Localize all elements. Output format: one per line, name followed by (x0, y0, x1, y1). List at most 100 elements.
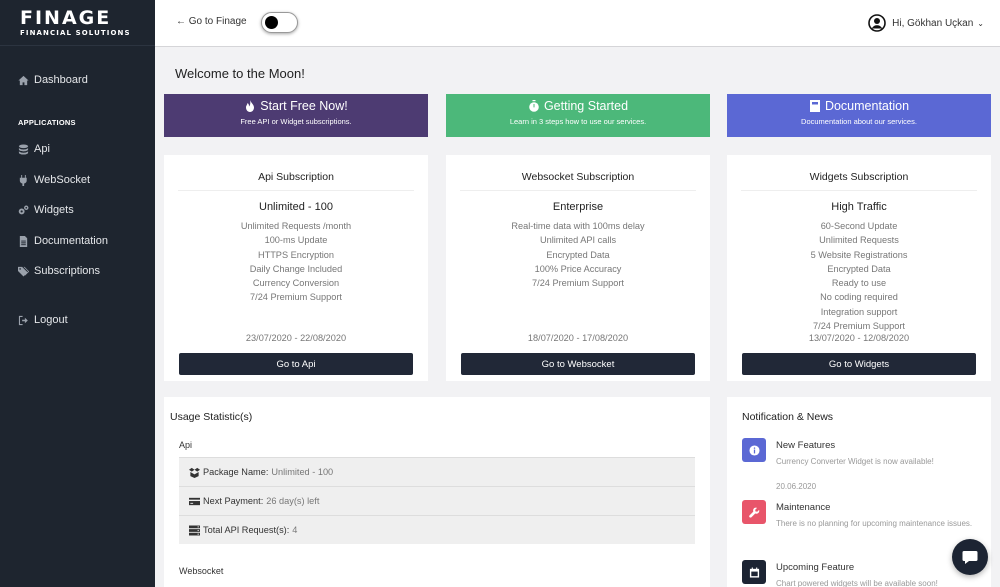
notification-title: New Features (776, 440, 836, 451)
logo-text: FINAGE (20, 7, 112, 29)
home-icon (18, 75, 29, 85)
list-item: 100-ms Update (264, 235, 328, 246)
go-to-finage-link[interactable]: ← Go to Finage (176, 16, 247, 27)
card-plan: Enterprise (552, 201, 604, 213)
card-plan: High Traffic (831, 201, 887, 213)
box-open-icon (189, 467, 200, 478)
getting-started-banner[interactable]: Getting Started Learn in 3 steps how to … (446, 94, 710, 137)
info-icon (742, 438, 766, 462)
api-subscription-card: Api Subscription Unlimited - 100 Unlimit… (164, 155, 428, 381)
top-bar: ← Go to Finage Hi, Gökhan Uçkan ⌄ (155, 0, 1000, 47)
notification-date: 20.06.2020 (776, 482, 817, 491)
chat-button[interactable] (952, 539, 988, 575)
card-plan: Unlimited - 100 (259, 201, 333, 213)
list-item: Currency Conversion (252, 278, 340, 289)
list-item: 7/24 Premium Support (250, 292, 342, 303)
notification-text: Currency Converter Widget is now availab… (776, 456, 976, 494)
table-row: Next Payment: 26 day(s) left (179, 486, 695, 515)
notification-desc: Currency Converter Widget is now availab… (776, 457, 934, 466)
list-item: Ready to use (831, 278, 887, 289)
list-item: Encrypted Data (546, 249, 610, 260)
sidebar-item-label: Subscriptions (34, 265, 101, 277)
book-icon (809, 100, 820, 112)
sidebar-item-dashboard[interactable]: Dashboard (18, 74, 88, 86)
list-item: 100% Price Accuracy (534, 263, 622, 274)
sidebar-section-label: APPLICATIONS (18, 118, 76, 127)
banner-subtitle: Learn in 3 steps how to use our services… (509, 117, 647, 126)
plug-icon (19, 174, 27, 186)
logo[interactable]: FINAGE FINANCIAL SOLUTIONS (0, 0, 155, 46)
server-icon (189, 524, 200, 536)
sidebar-item-widgets[interactable]: Widgets (18, 204, 74, 216)
sidebar-item-label: Widgets (34, 204, 74, 216)
card-title: Api Subscription (178, 171, 414, 191)
go-to-widgets-button[interactable]: Go to Widgets (742, 353, 976, 375)
usage-api-label: Api (179, 440, 193, 450)
wrench-icon (742, 500, 766, 524)
sidebar-item-api[interactable]: Api (18, 143, 50, 155)
theme-toggle[interactable] (261, 12, 298, 33)
toggle-knob (265, 16, 278, 29)
calendar-icon (742, 560, 766, 584)
sidebar: FINAGE FINANCIAL SOLUTIONS Dashboard APP… (0, 0, 155, 587)
go-to-api-button[interactable]: Go to Api (179, 353, 413, 375)
panel-title: Usage Statistic(s) (170, 411, 253, 423)
list-item: Daily Change Included (249, 263, 343, 274)
page-title: Welcome to the Moon! (175, 66, 305, 81)
row-label: Total API Request(s): (203, 525, 290, 535)
sidebar-item-label: WebSocket (34, 174, 91, 186)
list-item: 7/24 Premium Support (532, 278, 624, 289)
chat-bubble-icon (962, 551, 978, 564)
documentation-banner[interactable]: Documentation Documentation about our se… (727, 94, 991, 137)
list-item: Unlimited Requests (819, 235, 899, 246)
user-greeting: Hi, Gökhan Uçkan (892, 17, 974, 29)
banner-subtitle: Free API or Widget subscriptions. (240, 117, 352, 126)
notification-desc: There is no planning for upcoming mainte… (776, 519, 973, 528)
database-icon (18, 143, 29, 155)
feature-list: 60-Second Update Unlimited Requests 5 We… (727, 219, 991, 333)
sidebar-item-websocket[interactable]: WebSocket (18, 174, 90, 186)
sign-out-icon (18, 315, 28, 325)
feature-list: Real-time data with 100ms delay Unlimite… (446, 219, 710, 290)
sidebar-item-label: Documentation (34, 235, 108, 247)
widgets-subscription-card: Widgets Subscription High Traffic 60-Sec… (727, 155, 991, 381)
fire-icon (246, 100, 255, 112)
banner-title: Start Free Now! (260, 99, 348, 113)
user-menu[interactable]: Hi, Gökhan Uçkan ⌄ (868, 14, 984, 32)
row-value: Unlimited - 100 (271, 467, 334, 477)
row-label: Package Name: (203, 467, 269, 477)
list-item: 5 Website Registrations (810, 249, 908, 260)
list-item: No coding required (820, 292, 898, 303)
banner-title: Documentation (824, 99, 910, 113)
table-row: Total API Request(s): 4 (179, 515, 695, 544)
list-item: Unlimited API calls (539, 235, 617, 246)
sidebar-item-label: Api (34, 143, 50, 155)
start-free-banner[interactable]: Start Free Now! Free API or Widget subsc… (164, 94, 428, 137)
list-item: 7/24 Premium Support (813, 321, 905, 332)
credit-card-icon (189, 497, 200, 505)
user-avatar-icon (868, 14, 886, 32)
logo-subtitle: FINANCIAL SOLUTIONS (20, 29, 131, 37)
tags-icon (18, 266, 29, 277)
sidebar-item-label: Logout (34, 314, 68, 326)
sidebar-item-subscriptions[interactable]: Subscriptions (18, 265, 100, 277)
feature-list: Unlimited Requests /month 100-ms Update … (164, 219, 428, 305)
sidebar-item-documentation[interactable]: Documentation (18, 235, 108, 247)
go-to-websocket-button[interactable]: Go to Websocket (461, 353, 695, 375)
table-row: Package Name: Unlimited - 100 (179, 457, 695, 486)
notification-title: Maintenance (776, 502, 831, 513)
chevron-down-icon: ⌄ (977, 18, 984, 28)
row-label: Next Payment: (203, 496, 264, 506)
list-item: HTTPS Encryption (257, 249, 335, 260)
cogs-icon (18, 205, 29, 214)
stopwatch-icon (529, 100, 539, 112)
panel-title: Notification & News (742, 411, 834, 423)
notification-desc: Chart powered widgets will be available … (776, 579, 938, 587)
sidebar-item-logout[interactable]: Logout (18, 314, 68, 326)
usage-websocket-label: Websocket (179, 566, 224, 576)
file-icon (19, 235, 28, 247)
list-item: Real-time data with 100ms delay (511, 221, 645, 231)
banner-subtitle: Documentation about our services. (801, 117, 917, 126)
notification-title: Upcoming Feature (776, 562, 855, 573)
subscription-dates: 13/07/2020 - 12/08/2020 (808, 333, 910, 343)
